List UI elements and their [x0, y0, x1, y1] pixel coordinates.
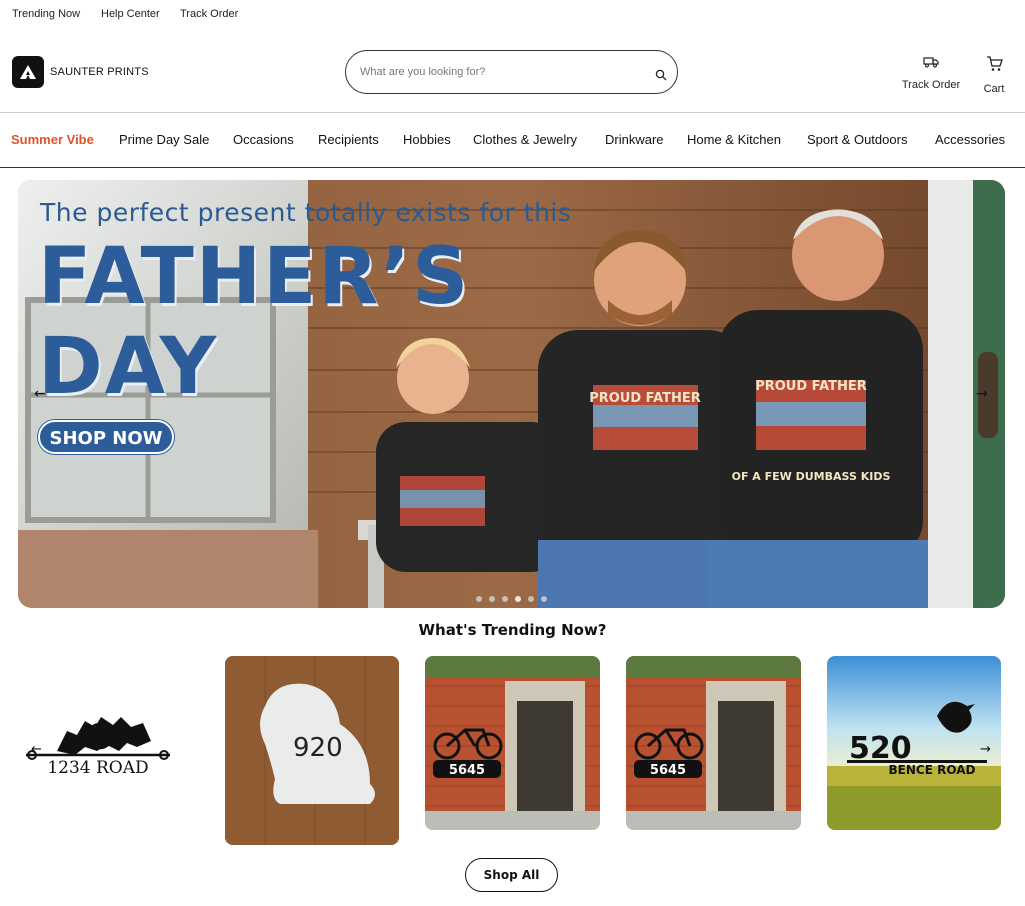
- search-bar: [345, 50, 678, 94]
- link-trending-now[interactable]: Trending Now: [12, 8, 80, 20]
- hero-shirt-text-bottom: OF A FEW DUMBASS KIDS: [732, 470, 891, 483]
- search-input[interactable]: [360, 62, 640, 82]
- slide-dot-active[interactable]: [515, 596, 521, 602]
- nav-item-sport-outdoors[interactable]: Sport & Outdoors: [807, 132, 907, 147]
- product-sign-text: 5645: [449, 763, 485, 778]
- product-image: 520 BENCE ROAD: [827, 656, 1001, 830]
- hero-shirt-text-top: PROUD FATHER: [589, 391, 701, 406]
- product-image: G 1234 ROAD: [26, 717, 170, 778]
- link-help-center[interactable]: Help Center: [101, 8, 160, 20]
- hero-headline-line1: FATHER’S: [38, 232, 471, 322]
- utility-bar: Trending Now Help Center Track Order: [0, 0, 1025, 30]
- hero-tagline: The perfect present totally exists for t…: [40, 198, 572, 227]
- product-image: 5645: [425, 656, 600, 830]
- arrow-left-icon[interactable]: ←: [31, 742, 42, 757]
- product-sign-text: 920: [293, 733, 343, 763]
- cart-icon: [979, 56, 1009, 75]
- product-card[interactable]: 920: [225, 656, 399, 845]
- slide-dot[interactable]: [489, 596, 495, 602]
- product-card[interactable]: 5645: [425, 656, 600, 830]
- product-monogram: G: [93, 727, 107, 746]
- nav-item-summer-vibe[interactable]: Summer Vibe: [11, 132, 94, 147]
- arrow-right-icon[interactable]: →: [976, 386, 988, 402]
- cart-button[interactable]: Cart: [979, 56, 1009, 95]
- hero-headline-line2: DAY: [38, 322, 219, 412]
- slide-dot[interactable]: [476, 596, 482, 602]
- product-sign-text: 1234 ROAD: [47, 758, 148, 778]
- nav-item-drinkware[interactable]: Drinkware: [605, 132, 664, 147]
- slide-dot[interactable]: [502, 596, 508, 602]
- trending-title: What's Trending Now?: [418, 621, 607, 639]
- shop-now-button[interactable]: SHOP NOW: [38, 420, 174, 454]
- product-card[interactable]: 5645: [626, 656, 801, 830]
- product-card[interactable]: 520 BENCE ROAD: [827, 656, 1001, 830]
- truck-icon: [898, 56, 964, 71]
- hero-shirt-text-top-2: PROUD FATHER: [755, 379, 867, 394]
- shop-all-button[interactable]: Shop All: [465, 858, 558, 892]
- nav-item-accessories[interactable]: Accessories: [935, 132, 1005, 147]
- category-nav: Summer Vibe Prime Day Sale Occasions Rec…: [0, 114, 1025, 168]
- nav-item-clothes-jewelry[interactable]: Clothes & Jewelry: [473, 132, 577, 147]
- product-image: 5645: [626, 656, 801, 830]
- nav-item-home-kitchen[interactable]: Home & Kitchen: [687, 132, 781, 147]
- link-track-order[interactable]: Track Order: [180, 8, 238, 20]
- brand-name[interactable]: SAUNTER PRINTS: [50, 66, 149, 78]
- nav-item-recipients[interactable]: Recipients: [318, 132, 379, 147]
- product-sign-subtext: BENCE ROAD: [889, 763, 976, 777]
- product-image: 920: [225, 656, 399, 845]
- search-icon[interactable]: [655, 66, 667, 85]
- arrow-left-icon[interactable]: ←: [34, 386, 46, 402]
- product-sign-text: 5645: [650, 763, 686, 778]
- slide-dot[interactable]: [541, 596, 547, 602]
- nav-item-hobbies[interactable]: Hobbies: [403, 132, 451, 147]
- track-order-button[interactable]: Track Order: [898, 56, 964, 91]
- slide-dot[interactable]: [528, 596, 534, 602]
- hero-banner[interactable]: PROUD FATHER PROUD FATHER OF A FEW DUMBA…: [18, 180, 1005, 608]
- cart-label: Cart: [983, 83, 1005, 95]
- site-header: SAUNTER PRINTS Track Order Cart: [0, 40, 1025, 113]
- arrow-right-icon[interactable]: →: [980, 742, 991, 757]
- logo-mark-icon[interactable]: [12, 56, 44, 88]
- nav-item-occasions[interactable]: Occasions: [233, 132, 294, 147]
- nav-item-prime-day-sale[interactable]: Prime Day Sale: [119, 132, 209, 147]
- track-order-label: Track Order: [901, 79, 961, 91]
- slide-indicators: [476, 587, 554, 602]
- product-card[interactable]: G 1234 ROAD: [22, 656, 200, 830]
